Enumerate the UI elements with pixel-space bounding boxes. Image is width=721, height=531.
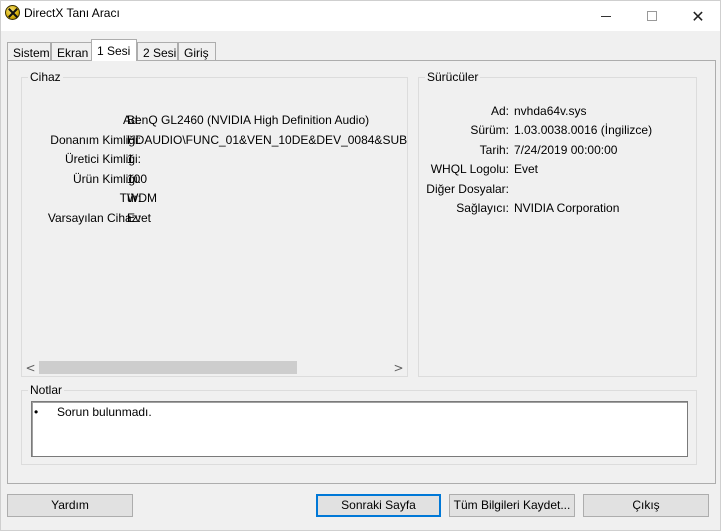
- product-id-value: 100: [127, 172, 148, 186]
- product-id-row: Ürün Kimliği: 100: [23, 172, 407, 188]
- device-group-label: Cihaz: [28, 70, 63, 84]
- directx-diagnostic-window: DirectX Tanı Aracı ✕ Sistem Ekran 1 Sesi…: [0, 0, 721, 531]
- scroll-left-arrow-icon[interactable]: <: [22, 359, 39, 376]
- notes-textbox[interactable]: • Sorun bulunmadı.: [31, 401, 688, 457]
- driver-date-value: 7/24/2019 00:00:00: [514, 143, 618, 157]
- driver-name-row: Ad: nvhda64v.sys: [419, 104, 695, 120]
- driver-version-label: Sürüm:: [470, 123, 509, 137]
- driver-version-value: 1.03.0038.0016 (İngilizce): [514, 123, 653, 137]
- exit-button[interactable]: Çıkış: [583, 494, 709, 517]
- window-title: DirectX Tanı Aracı: [24, 6, 120, 20]
- whql-logo-value: Evet: [514, 162, 539, 176]
- minimize-icon: [601, 15, 611, 17]
- drivers-group-label: Sürücüler: [425, 70, 481, 84]
- tab-sistem[interactable]: Sistem: [7, 42, 51, 61]
- default-device-value: Evet: [127, 211, 152, 225]
- title-bar: DirectX Tanı Aracı ✕: [1, 1, 720, 31]
- driver-date-label: Tarih:: [479, 143, 509, 157]
- hardware-id-row: Donanım Kimliği: HDAUDIO\FUNC_01&VEN_10D…: [23, 133, 407, 149]
- provider-label: Sağlayıcı:: [456, 201, 509, 215]
- note-text: Sorun bulunmadı.: [57, 405, 152, 419]
- tab-1-sesi[interactable]: 1 Sesi: [91, 39, 137, 61]
- tab-ekran[interactable]: Ekran: [51, 42, 92, 61]
- maximize-button[interactable]: [629, 1, 675, 31]
- hardware-id-value: HDAUDIO\FUNC_01&VEN_10DE&DEV_0084&SUBSYS…: [127, 133, 407, 147]
- save-all-info-button[interactable]: Tüm Bilgileri Kaydet...: [449, 494, 575, 517]
- driver-version-row: Sürüm: 1.03.0038.0016 (İngilizce): [419, 123, 695, 139]
- device-name-value: BenQ GL2460 (NVIDIA High Definition Audi…: [127, 113, 370, 127]
- tab-2-sesi[interactable]: 2 Sesi: [137, 42, 178, 61]
- scroll-right-arrow-icon[interactable]: >: [390, 359, 407, 376]
- tab-giris[interactable]: Giriş: [178, 42, 216, 61]
- provider-value: NVIDIA Corporation: [514, 201, 620, 215]
- scroll-thumb[interactable]: [39, 361, 297, 374]
- drivers-group: Sürücüler: [418, 70, 697, 377]
- close-icon: ✕: [691, 6, 705, 26]
- maximize-icon: [647, 11, 657, 21]
- next-page-button[interactable]: Sonraki Sayfa: [316, 494, 441, 517]
- device-horizontal-scrollbar[interactable]: < >: [22, 358, 407, 375]
- note-bullet: •: [34, 405, 39, 419]
- notes-group-label: Notlar: [28, 383, 65, 397]
- provider-row: Sağlayıcı: NVIDIA Corporation: [419, 201, 695, 217]
- default-device-row: Varsayılan Cihaz: Evet: [23, 211, 407, 227]
- driver-date-row: Tarih: 7/24/2019 00:00:00: [419, 143, 695, 159]
- device-name-row: Ad: BenQ GL2460 (NVIDIA High Definition …: [23, 113, 407, 129]
- type-row: Tür: WDM: [23, 191, 407, 207]
- driver-name-value: nvhda64v.sys: [514, 104, 587, 118]
- close-button[interactable]: ✕: [675, 1, 721, 31]
- help-button[interactable]: Yardım: [7, 494, 133, 517]
- other-files-row: Diğer Dosyalar:: [419, 182, 695, 198]
- manufacturer-id-row: Üretici Kimliği: 1: [23, 152, 407, 168]
- type-value: WDM: [127, 191, 157, 205]
- driver-name-label: Ad:: [490, 104, 509, 118]
- manufacturer-id-value: 1: [127, 152, 134, 166]
- minimize-button[interactable]: [583, 1, 629, 31]
- whql-logo-row: WHQL Logolu: Evet: [419, 162, 695, 178]
- whql-logo-label: WHQL Logolu:: [430, 162, 509, 176]
- directx-icon: [5, 5, 20, 20]
- other-files-label: Diğer Dosyalar:: [426, 182, 509, 196]
